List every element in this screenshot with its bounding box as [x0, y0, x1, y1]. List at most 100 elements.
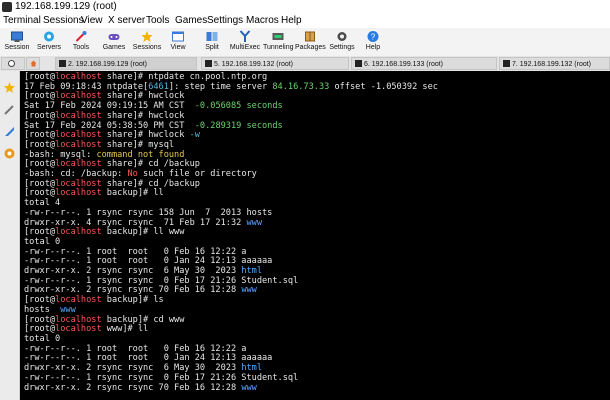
games-button[interactable]: Games [100, 28, 128, 56]
settings-icon [337, 32, 347, 41]
terminal-text: www [241, 285, 257, 296]
terminal-text: www [60, 304, 76, 315]
terminal-text: ]: step time server [168, 81, 273, 92]
games-icon [108, 34, 120, 40]
terminal-text: [root@ [24, 178, 56, 189]
terminal-text: share]# cd /backup [101, 178, 200, 189]
terminal-text: -rw-r--r--. 1 root root 0 Jan 24 12:13 a… [24, 256, 273, 267]
menu-sessions[interactable]: Sessions [43, 14, 84, 28]
packages-icon [305, 31, 315, 42]
title-bar: 192.168.199.129 (root) [0, 0, 610, 14]
tab-bar: 2. 192.168.199.129 (root) 5. 192.168.199… [0, 56, 610, 71]
terminal-text: [root@ [24, 295, 56, 306]
terminal-text: -0.289319 seconds [194, 120, 283, 131]
menu-help[interactable]: Help [281, 14, 302, 28]
menu-macros[interactable]: Macros [246, 14, 279, 28]
terminal-text: 17 Feb 09:18:43 ntpdate[ [24, 81, 149, 92]
menu-bar: Terminal Sessions View X server Tools Ga… [0, 14, 610, 28]
terminal-text: total 0 [24, 333, 61, 344]
tab-session-7[interactable]: 7. 192.168.199.132 (root) [499, 57, 610, 70]
terminal-text: offset -1.050392 sec [329, 81, 438, 92]
terminal-text: command not found [96, 149, 185, 160]
tab-session-2[interactable]: 2. 192.168.199.129 (root) [55, 57, 197, 70]
terminal-text: share]# hwclock [101, 130, 190, 141]
terminal-text: www [246, 217, 263, 228]
terminal-text: -bash: mysql: [24, 149, 97, 160]
terminal-output: [root@localhost share]# ntpdate cn.pool.… [24, 72, 438, 393]
terminal-text: www [241, 382, 257, 393]
terminal-text: share]# cd /backup [101, 159, 200, 170]
terminal-text: [root@ [24, 159, 56, 170]
terminal-text: [root@ [24, 227, 56, 238]
terminal-text: [root@ [24, 91, 56, 102]
terminal-text: share]# mysql [101, 139, 175, 150]
terminal-tab-icon [59, 60, 66, 67]
menu-x-server[interactable]: X server [108, 14, 145, 28]
tab-session-5[interactable]: 5. 192.168.199.132 (root) [201, 57, 349, 70]
terminal-text: html [241, 266, 263, 277]
help-button[interactable]: ? Help [362, 28, 384, 56]
terminal-text: total 4 [24, 198, 61, 209]
tools-button[interactable]: Tools [68, 28, 94, 56]
servers-button[interactable]: Servers [34, 28, 64, 56]
terminal-text: Sat 17 Feb 2024 09:19:15 AM CST [24, 101, 195, 112]
terminal-text: localhost [55, 324, 102, 335]
menu-tools[interactable]: Tools [146, 14, 169, 28]
terminal-text: drwxr-xr-x. 2 rsync rsync 70 Feb 16 12:2… [24, 285, 242, 296]
quick-connect-tab[interactable] [1, 57, 25, 70]
terminal-text: backup]# ll [101, 188, 164, 199]
sessions-star-icon[interactable] [3, 81, 16, 94]
tunneling-button[interactable]: Tunneling [263, 28, 294, 56]
split-button[interactable]: Split [200, 28, 224, 56]
view-icon [172, 31, 184, 42]
terminal-text: share]# ntpdate cn.pool.ntp.org [101, 72, 268, 82]
toolbar: Session Servers Tools Games Sessions Vie… [0, 28, 610, 57]
menu-settings[interactable]: Settings [207, 14, 243, 28]
menu-games[interactable]: Games [175, 14, 207, 28]
terminal-text: [root@ [24, 139, 56, 150]
split-icon [206, 32, 218, 41]
terminal-text: localhost [55, 110, 102, 121]
svg-text:?: ? [371, 33, 376, 42]
terminal-text: [root@ [24, 130, 56, 141]
terminal-text: -rw-r--r--. 1 rsync rsync 0 Feb 17 21:26… [24, 372, 299, 383]
terminal-tab-icon [205, 60, 212, 67]
quick-connect-icon [8, 60, 15, 67]
terminal-text: No [127, 169, 138, 180]
settings-button[interactable]: Settings [327, 28, 357, 56]
terminal-text: Sat 17 Feb 2024 05:38:50 PM CST [24, 120, 195, 131]
home-tab[interactable] [26, 57, 40, 70]
terminal-text: -w [189, 130, 200, 141]
packages-button[interactable]: Packages [295, 28, 326, 56]
terminal-tab-icon [503, 60, 510, 67]
tab-session-6[interactable]: 6. 192.168.199.133 (root) [351, 57, 497, 70]
multiexec-button[interactable]: MultiExec [228, 28, 262, 56]
terminal-tab-icon [355, 60, 362, 67]
tools-side-icon[interactable] [3, 103, 16, 116]
session-icon [11, 31, 23, 42]
view-button[interactable]: View [166, 28, 190, 56]
terminal-text: hosts [24, 304, 61, 315]
terminal-text: such file or directory [137, 169, 257, 180]
terminal-text: [root@ [24, 324, 56, 335]
terminal-text: [root@ [24, 72, 56, 82]
menu-terminal[interactable]: Terminal [3, 14, 41, 28]
terminal-text: 84.16.73.33 [272, 81, 330, 92]
sessions-button[interactable]: Sessions [131, 28, 163, 56]
terminal-window[interactable]: [root@localhost share]# ntpdate cn.pool.… [20, 71, 610, 400]
macros-icon[interactable] [3, 125, 16, 138]
tools-icon [75, 31, 87, 42]
terminal-text: backup]# ll www [101, 227, 185, 238]
help-icon: ? [367, 31, 379, 42]
terminal-text: localhost [55, 139, 102, 150]
terminal-text: drwxr-xr-x. 2 rsync rsync 6 May 30 2023 [24, 363, 242, 374]
terminal-line: [root@localhost backup]# ls [24, 295, 438, 306]
menu-view[interactable]: View [81, 14, 103, 28]
terminal-text: backup]# cd www [101, 314, 185, 325]
sftp-icon[interactable] [3, 147, 16, 160]
sessions-icon [141, 31, 153, 42]
terminal-text: -rw-r--r--. 1 root root 0 Jan 24 12:13 a… [24, 353, 273, 364]
terminal-text: share]# hwclock [101, 91, 185, 102]
session-button[interactable]: Session [3, 28, 31, 56]
home-icon [30, 60, 37, 67]
